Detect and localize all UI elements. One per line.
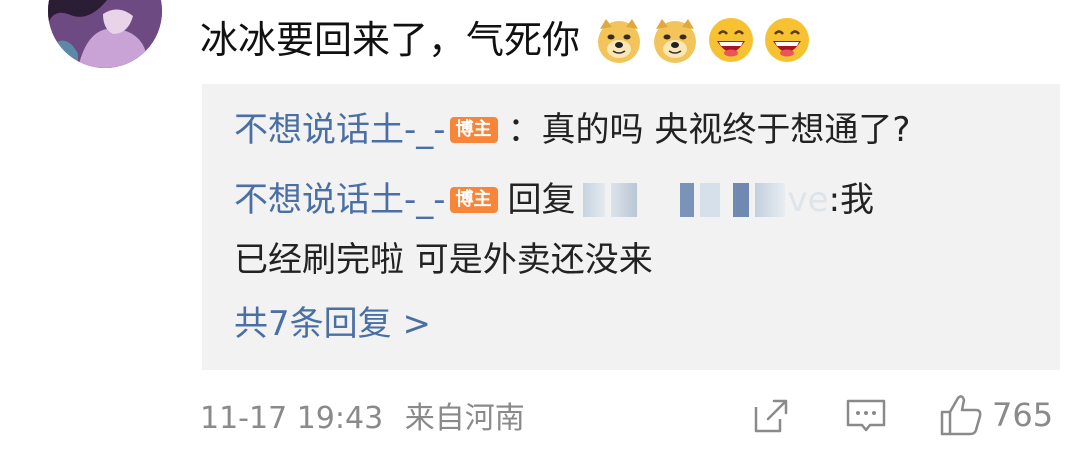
mention-tail: ve: [787, 180, 829, 220]
reply-prefix: 回复: [507, 180, 576, 220]
reply-text: 真的吗 央视终于想通了?: [541, 110, 911, 150]
reply-item[interactable]: 不想说话土-_- 博主 ： 真的吗 央视终于想通了?: [234, 106, 910, 154]
redaction-block: [699, 183, 720, 217]
replies-panel[interactable]: 不想说话土-_- 博主 ： 真的吗 央视终于想通了? 不想说话土-_- 博主 回…: [202, 84, 1060, 370]
location: 来自河南: [404, 401, 525, 436]
laugh-icon: [762, 15, 812, 65]
comment-text: 冰冰要回来了，气死你: [200, 18, 581, 62]
doge-icon: [650, 15, 700, 65]
more-replies-label[interactable]: 共7条回复 >: [234, 300, 431, 348]
more-replies-link[interactable]: 共7条回复 >: [234, 300, 431, 348]
thumbs-up-icon: [940, 395, 982, 436]
timestamp: 11-17 19:43: [200, 401, 384, 436]
reply-text-continued: 已经刷完啦 可是外卖还没来: [234, 236, 653, 284]
reply-text-line2: 已经刷完啦 可是外卖还没来: [234, 240, 653, 280]
redaction-block: [754, 183, 785, 217]
blogger-badge: 博主: [449, 117, 498, 143]
redaction-block: [732, 183, 749, 217]
redacted-mention: ve: [580, 176, 829, 224]
reply-item[interactable]: 不想说话土-_- 博主 回复 ve :我: [234, 176, 874, 224]
reply-text: :我: [828, 180, 875, 220]
doge-icon: [594, 15, 644, 65]
laugh-icon: [706, 15, 756, 65]
blogger-badge: 博主: [449, 187, 498, 213]
share-button[interactable]: [748, 393, 792, 437]
comment-icon: [846, 399, 886, 432]
comment-button[interactable]: [844, 393, 888, 437]
reply-separator: ：: [507, 110, 542, 150]
redaction-block: [582, 183, 605, 217]
reply-username[interactable]: 不想说话土-_-: [234, 176, 446, 224]
like-button[interactable]: 765: [938, 392, 1053, 438]
comment-actions: 765: [748, 392, 1053, 438]
avatar[interactable]: [48, 0, 162, 68]
redaction-block: [679, 183, 694, 217]
reply-username[interactable]: 不想说话土-_-: [234, 106, 446, 154]
like-count: 765: [992, 396, 1054, 434]
redaction-block: [610, 183, 637, 217]
share-icon: [754, 399, 788, 433]
comment-content: 冰冰要回来了，气死你: [200, 12, 812, 68]
comment-meta: 11-17 19:43 来自河南: [200, 393, 525, 437]
